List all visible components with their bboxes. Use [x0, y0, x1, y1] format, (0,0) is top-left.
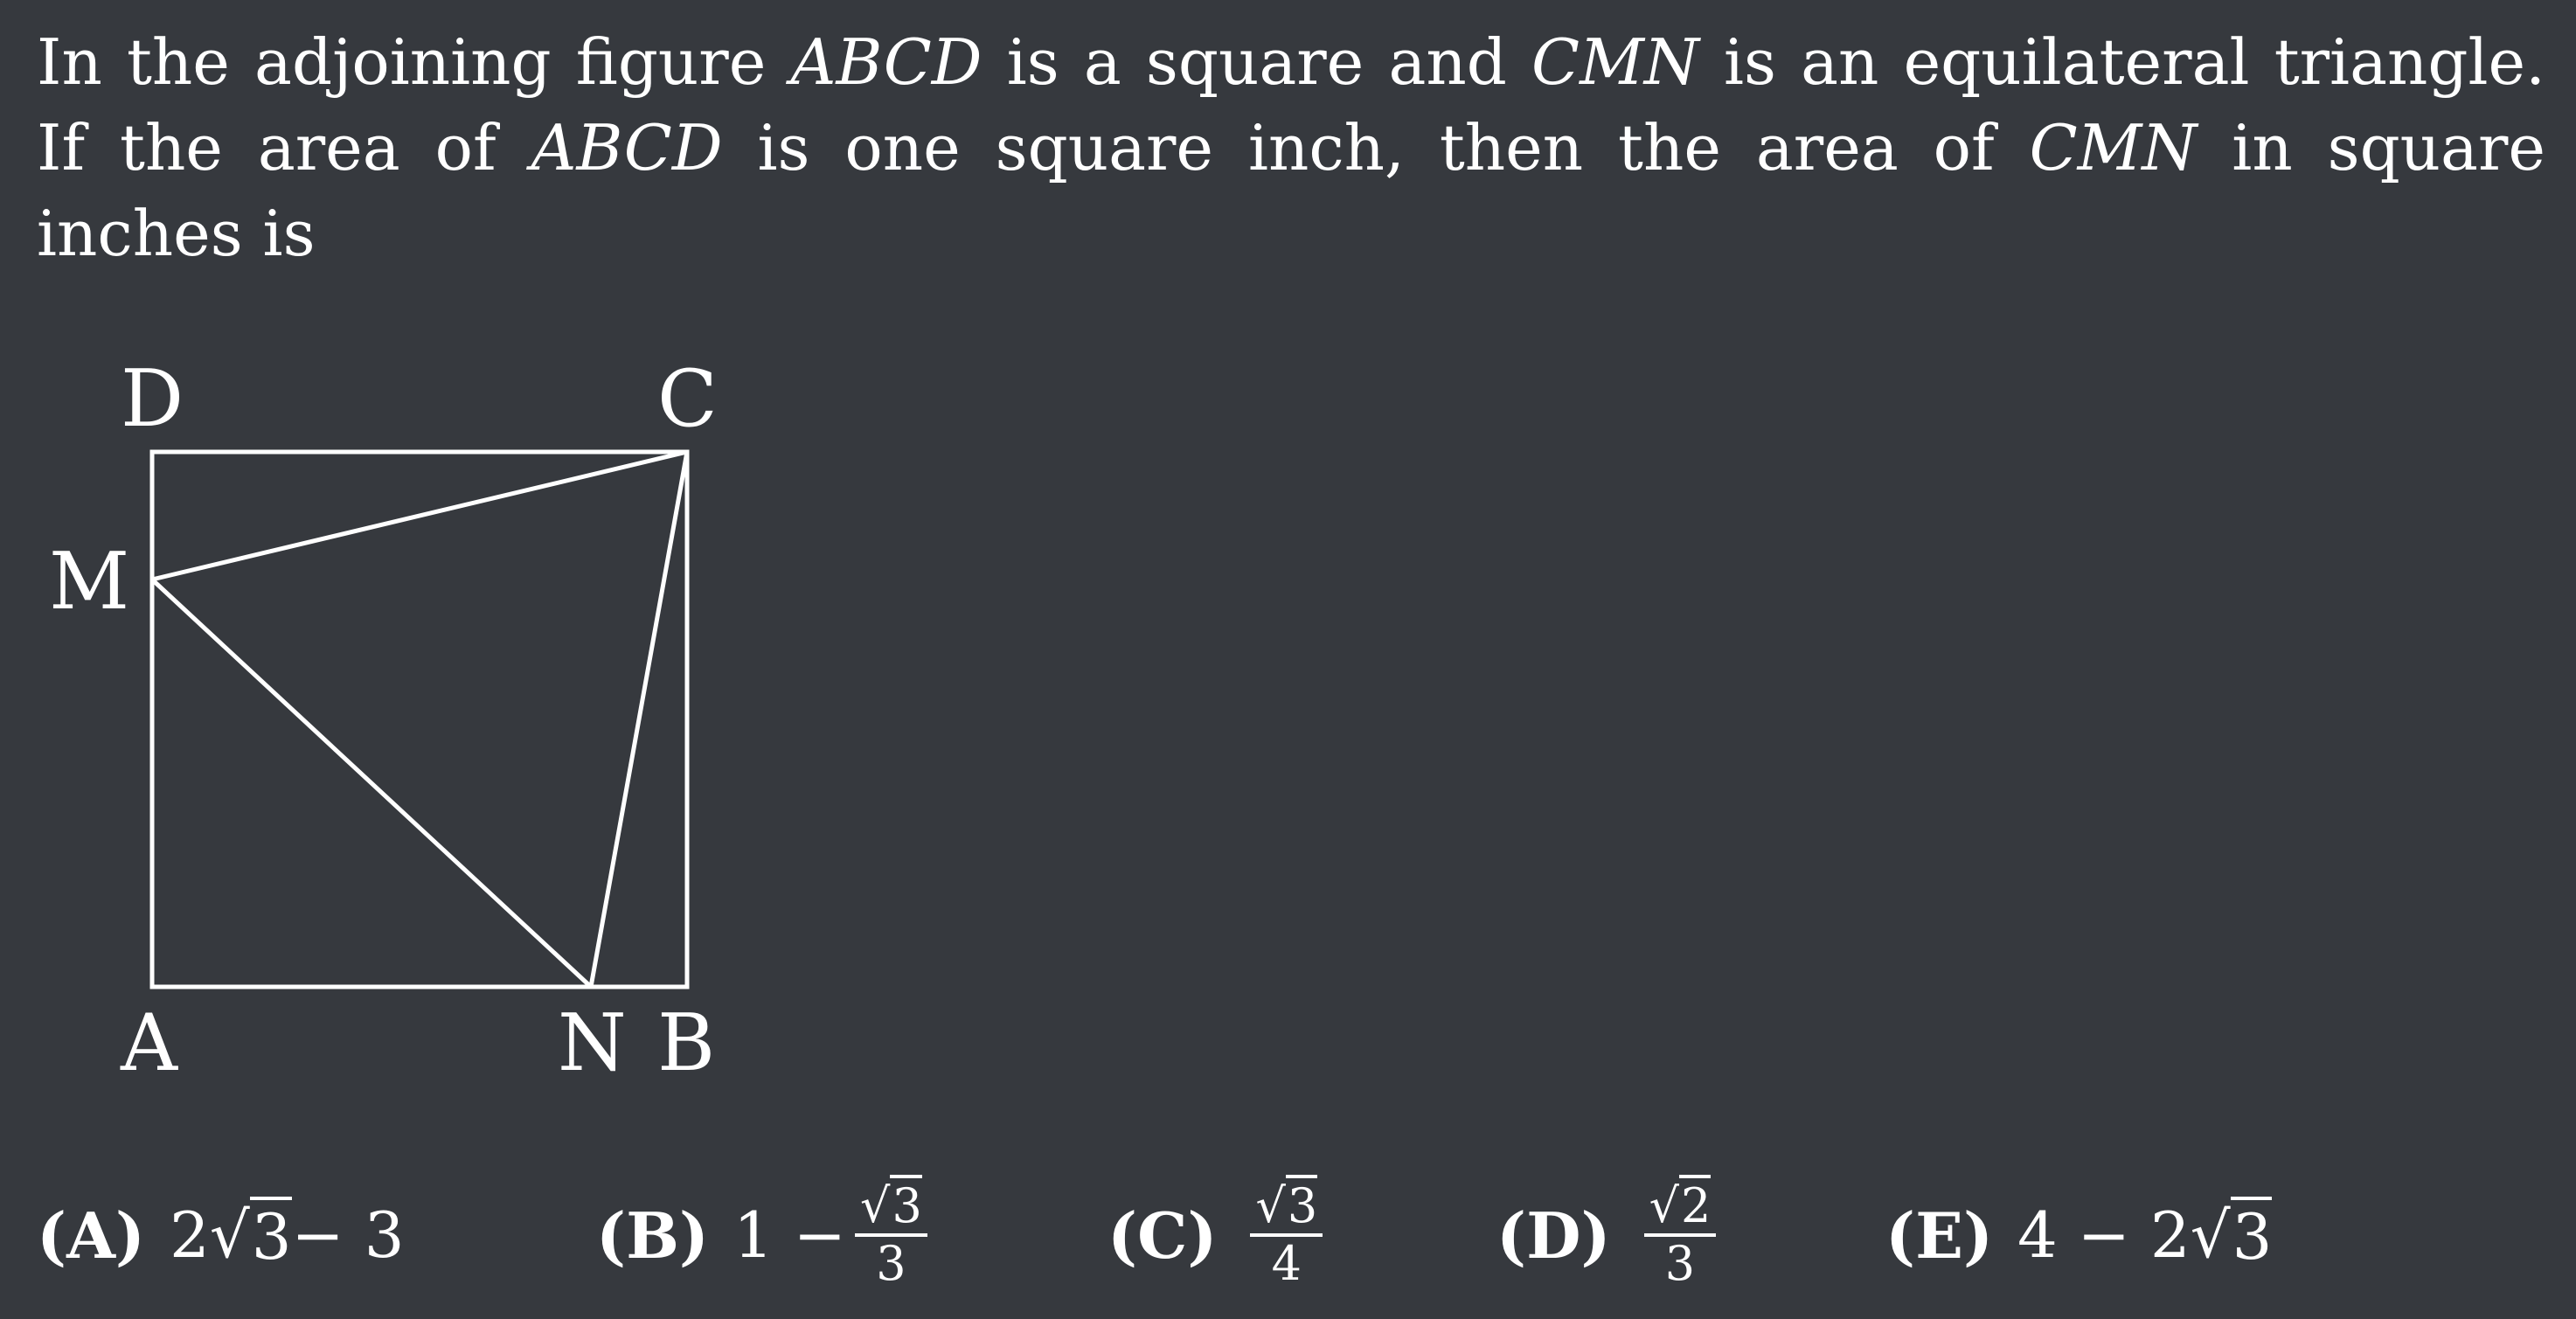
choice-a-radicand: 3 [249, 1197, 292, 1274]
choice-d-radicand: 2 [1679, 1175, 1712, 1233]
vertex-label-c: C [657, 353, 718, 445]
choice-d-letter: (D) [1496, 1198, 1611, 1273]
choice-b-letter: (B) [596, 1198, 709, 1273]
vertex-label-d: D [121, 353, 184, 445]
choice-b[interactable]: (B) 1 − √3 3 [596, 1175, 927, 1292]
choice-b-fraction: √3 3 [855, 1175, 927, 1291]
choice-d-denominator: 3 [1664, 1236, 1696, 1291]
geometry-figure: D C M A N B [49, 353, 718, 1089]
choice-b-radicand: 3 [890, 1175, 922, 1233]
vertex-label-b: B [657, 997, 715, 1089]
sqrt-sign: √ [2190, 1198, 2231, 1272]
choice-a-rest: − 3 [291, 1198, 405, 1272]
choice-e-letter: (E) [1885, 1198, 1994, 1273]
sqrt-sign: √ [860, 1178, 891, 1233]
choice-a-letter: (A) [37, 1198, 145, 1273]
choice-e-radicand: 3 [2230, 1197, 2273, 1274]
fraction-numerator: √3 [1250, 1175, 1323, 1237]
sqrt-sign: √ [1255, 1178, 1286, 1233]
fraction-numerator: √2 [1643, 1175, 1717, 1237]
fraction-numerator: √3 [855, 1175, 927, 1237]
choice-b-prefix: 1 − [733, 1198, 847, 1272]
choice-e-prefix: 4 − 2 [2017, 1198, 2191, 1272]
vertex-label-n: N [558, 997, 627, 1089]
choice-c-fraction: √3 4 [1250, 1175, 1323, 1291]
choice-c[interactable]: (C) √3 4 [1107, 1175, 1323, 1292]
choice-c-radicand: 3 [1285, 1175, 1318, 1233]
sqrt-sign: √ [1649, 1178, 1679, 1233]
choice-a-coef: 2 [170, 1198, 210, 1272]
choice-d[interactable]: (D) √2 3 [1496, 1175, 1717, 1292]
choice-c-letter: (C) [1107, 1198, 1218, 1273]
vertex-label-m: M [49, 536, 129, 628]
choice-b-denominator: 3 [876, 1236, 906, 1291]
choice-e[interactable]: (E) 4 − 2 √ 3 [1885, 1178, 2273, 1292]
sqrt-sign: √ [209, 1198, 250, 1272]
choice-d-fraction: √2 3 [1643, 1175, 1717, 1291]
choice-a[interactable]: (A) 2 √ 3 − 3 [37, 1178, 405, 1292]
choice-c-denominator: 4 [1271, 1236, 1302, 1291]
vertex-label-a: A [120, 997, 178, 1089]
triangle-cmn [149, 449, 690, 989]
